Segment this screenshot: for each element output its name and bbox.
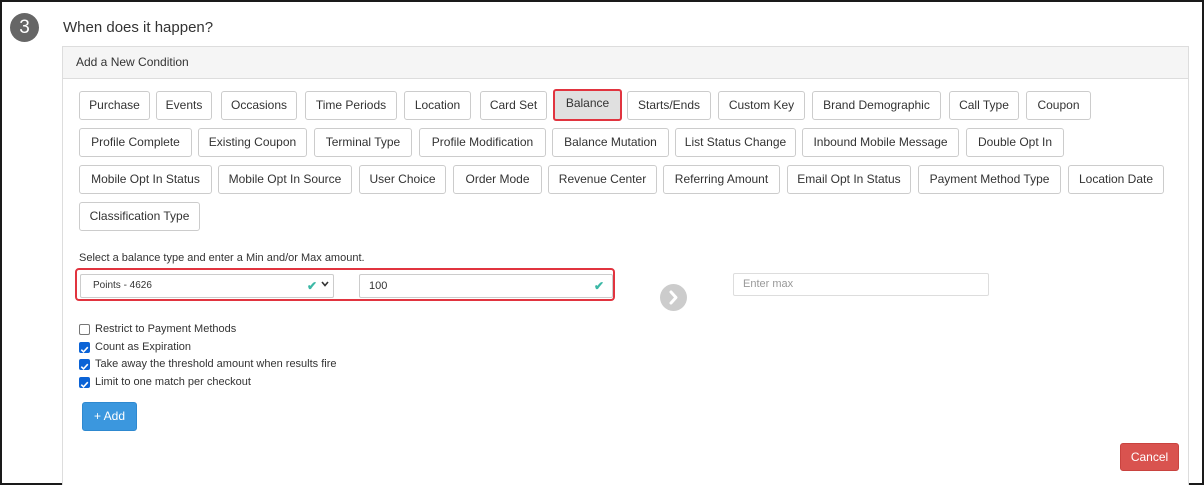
condition-call-type-button[interactable]: Call Type: [949, 91, 1019, 120]
condition-custom-key-button[interactable]: Custom Key: [718, 91, 805, 120]
condition-payment-method-type-button[interactable]: Payment Method Type: [918, 165, 1061, 194]
step-number-badge: 3: [10, 13, 39, 42]
condition-coupon-button[interactable]: Coupon: [1026, 91, 1091, 120]
max-amount-input[interactable]: Enter max: [733, 273, 989, 296]
panel-header: Add a New Condition: [63, 47, 1188, 79]
condition-referring-amount-button[interactable]: Referring Amount: [663, 165, 780, 194]
checkbox-checked[interactable]: [79, 377, 90, 389]
condition-events-button[interactable]: Events: [156, 91, 212, 120]
condition-mobile-opt-in-status-button[interactable]: Mobile Opt In Status: [79, 165, 212, 194]
cancel-button[interactable]: Cancel: [1120, 443, 1179, 471]
checkbox-unchecked[interactable]: [79, 324, 90, 335]
condition-location-button[interactable]: Location: [404, 91, 471, 120]
condition-double-opt-in-button[interactable]: Double Opt In: [966, 128, 1064, 157]
condition-balance-button[interactable]: Balance: [553, 89, 622, 121]
condition-location-date-button[interactable]: Location Date: [1068, 165, 1164, 194]
option-label: Restrict to Payment Methods: [95, 323, 237, 335]
add-button[interactable]: + Add: [82, 402, 137, 431]
condition-balance-mutation-button[interactable]: Balance Mutation: [552, 128, 669, 157]
condition-revenue-center-button[interactable]: Revenue Center: [548, 165, 657, 194]
checkbox-checked[interactable]: [79, 342, 90, 354]
condition-time-periods-button[interactable]: Time Periods: [305, 91, 397, 120]
condition-profile-modification-button[interactable]: Profile Modification: [419, 128, 546, 157]
condition-existing-coupon-button[interactable]: Existing Coupon: [198, 128, 307, 157]
condition-occasions-button[interactable]: Occasions: [221, 91, 297, 120]
condition-starts-ends-button[interactable]: Starts/Ends: [627, 91, 711, 120]
condition-card-set-button[interactable]: Card Set: [480, 91, 547, 120]
condition-profile-complete-button[interactable]: Profile Complete: [79, 128, 192, 157]
condition-list-status-change-button[interactable]: List Status Change: [675, 128, 796, 157]
condition-brand-demographic-button[interactable]: Brand Demographic: [812, 91, 941, 120]
condition-order-mode-button[interactable]: Order Mode: [453, 165, 542, 194]
condition-user-choice-button[interactable]: User Choice: [359, 165, 446, 194]
condition-inbound-mobile-message-button[interactable]: Inbound Mobile Message: [802, 128, 959, 157]
balance-hint-text: Select a balance type and enter a Min an…: [79, 252, 365, 264]
option-label: Count as Expiration: [95, 341, 191, 353]
condition-terminal-type-button[interactable]: Terminal Type: [314, 128, 412, 157]
checkbox-checked[interactable]: [79, 359, 90, 371]
option-label: Take away the threshold amount when resu…: [95, 358, 337, 370]
balance-inputs-highlight: [75, 268, 615, 301]
option-label: Limit to one match per checkout: [95, 376, 251, 388]
condition-mobile-opt-in-source-button[interactable]: Mobile Opt In Source: [218, 165, 352, 194]
condition-classification-type-button[interactable]: Classification Type: [79, 202, 200, 231]
condition-purchase-button[interactable]: Purchase: [79, 91, 150, 120]
condition-email-opt-in-status-button[interactable]: Email Opt In Status: [787, 165, 911, 194]
arrow-right-icon: [660, 284, 687, 311]
step-title: When does it happen?: [63, 19, 214, 36]
